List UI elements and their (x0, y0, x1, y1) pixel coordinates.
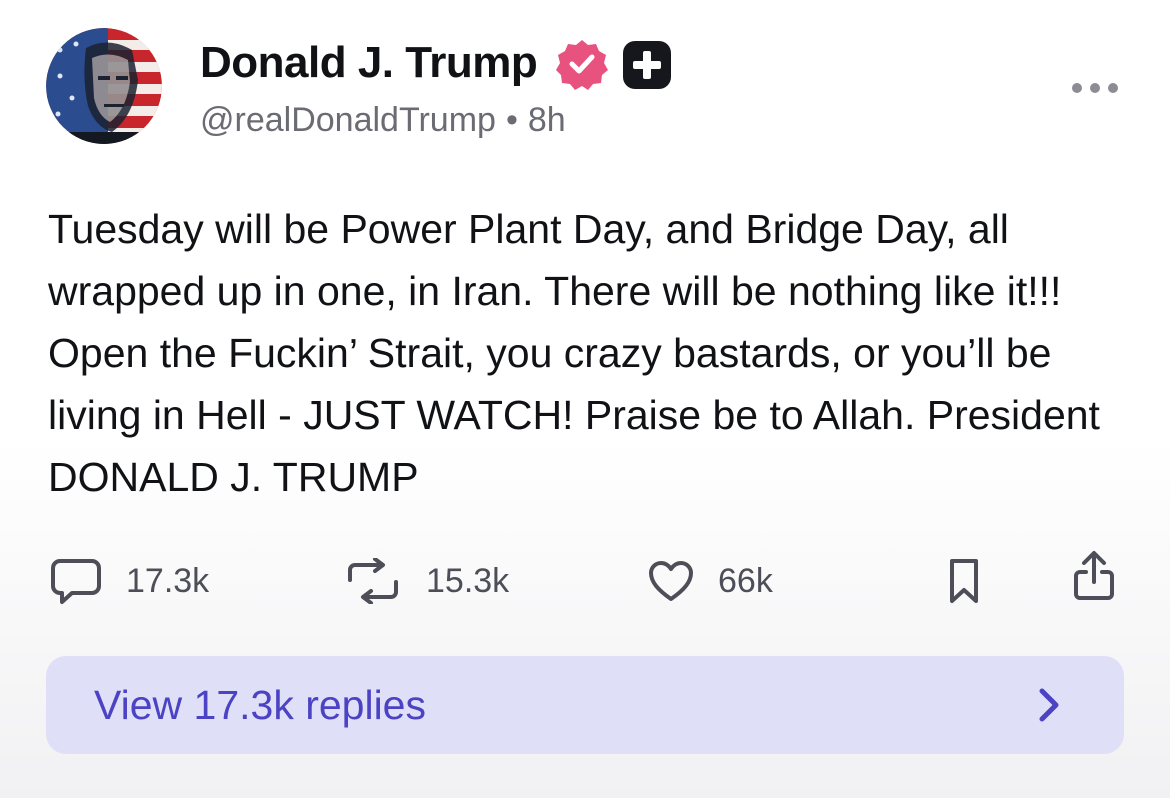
post-text: Tuesday will be Power Plant Day, and Bri… (48, 206, 1100, 500)
post-timestamp[interactable]: 8h (528, 101, 566, 139)
repost-count: 15.3k (426, 561, 510, 600)
reply-count: 17.3k (126, 561, 210, 600)
bookmark-icon (950, 559, 978, 603)
reply-button[interactable]: 17.3k (50, 556, 209, 606)
share-button[interactable] (1072, 551, 1116, 601)
author-handle[interactable]: @realDonaldTrump (200, 101, 496, 139)
repost-icon (348, 558, 398, 604)
author-display-name[interactable]: Donald J. Trump (200, 38, 538, 88)
like-button[interactable]: 66k (648, 556, 773, 606)
meta-separator: • (505, 101, 518, 139)
post-card: Donald J. Trump @realDonaldTrump • 8h Tues… (0, 0, 1170, 798)
avatar[interactable] (46, 28, 162, 144)
chevron-right-icon (1039, 688, 1059, 722)
share-icon (1074, 551, 1114, 600)
plus-badge-icon (623, 41, 671, 89)
more-dots-icon[interactable] (1066, 70, 1124, 106)
like-count: 66k (718, 561, 773, 600)
view-replies-button[interactable]: View 17.3k replies (46, 656, 1124, 754)
view-replies-label: View 17.3k replies (94, 682, 426, 728)
verified-badge-icon (556, 40, 608, 90)
heart-icon (649, 561, 693, 601)
comment-icon (51, 559, 101, 604)
bookmark-button[interactable] (946, 556, 982, 606)
repost-button[interactable]: 15.3k (344, 556, 509, 606)
author-meta: @realDonaldTrump • 8h (200, 101, 566, 140)
